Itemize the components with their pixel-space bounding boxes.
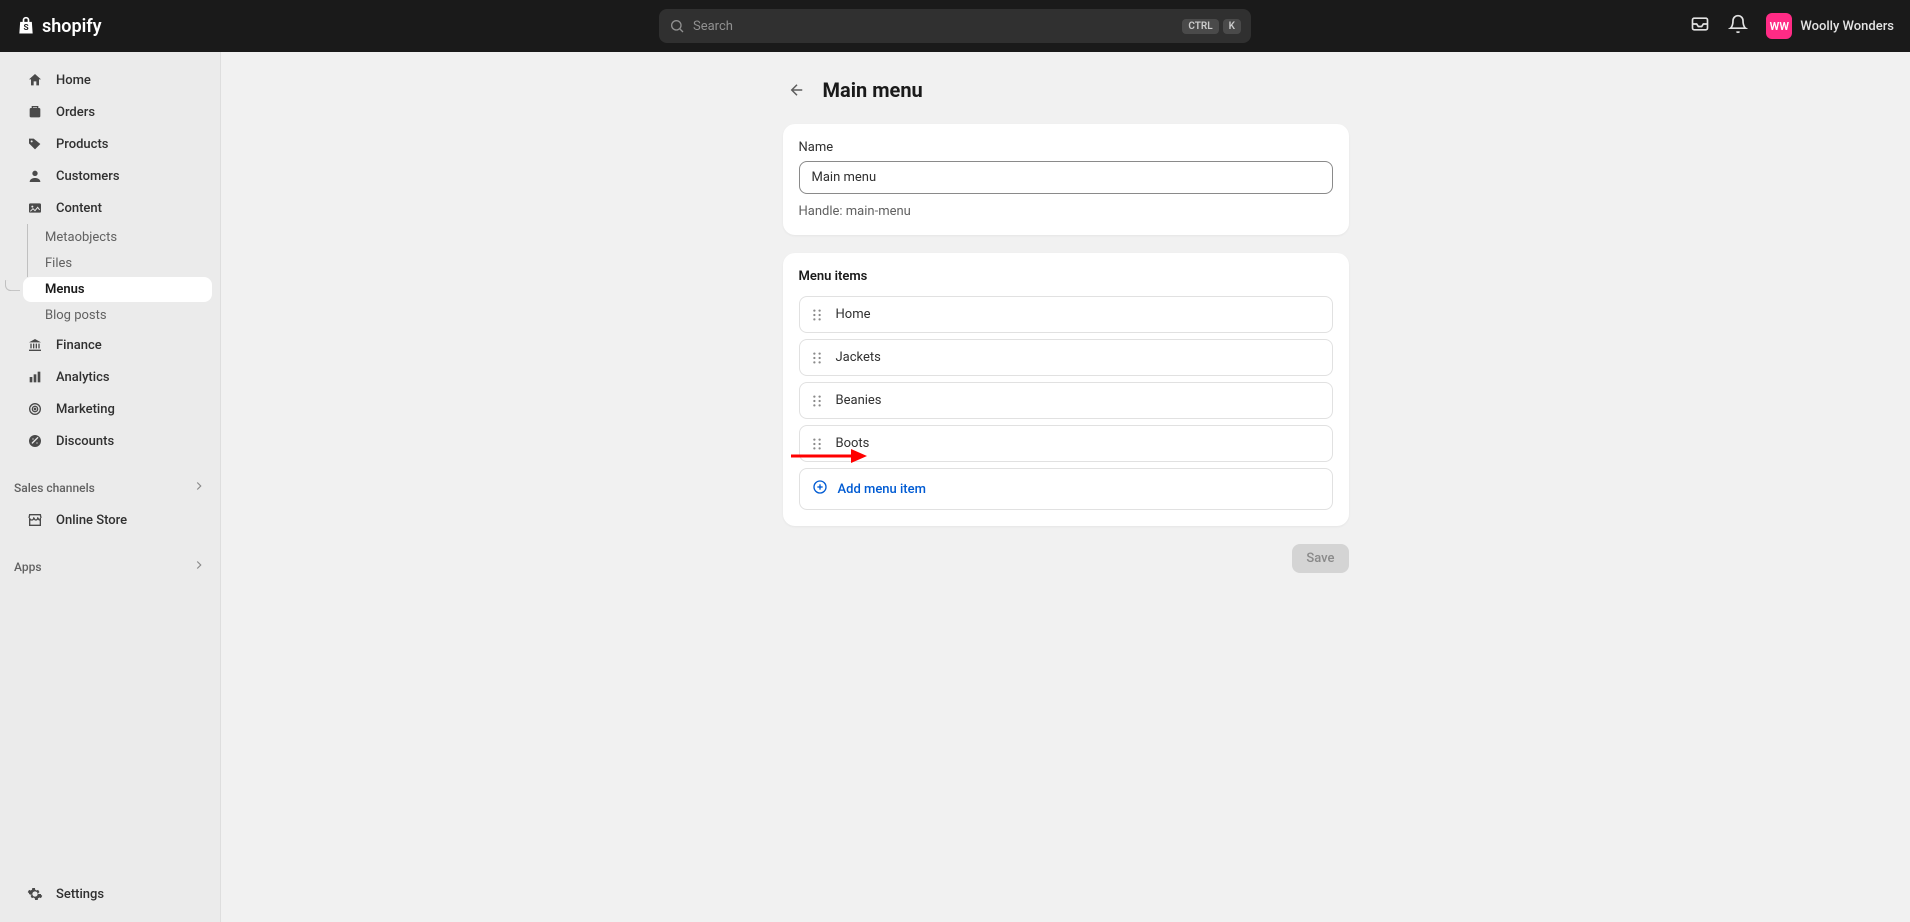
discount-icon: [26, 432, 44, 450]
kbd-k: K: [1223, 19, 1241, 34]
sidebar-item-label: Home: [56, 73, 91, 88]
sidebar-item-content[interactable]: Content: [8, 193, 212, 223]
store-menu[interactable]: WW Woolly Wonders: [1766, 13, 1894, 39]
menu-item-label: Home: [836, 307, 871, 322]
add-menu-item-button[interactable]: Add menu item: [799, 468, 1333, 510]
topbar: S shopify CTRL K WW Woolly Wonders: [0, 0, 1910, 52]
back-button[interactable]: [783, 76, 811, 104]
name-card: Name Handle: main-menu: [783, 124, 1349, 235]
store-name: Woolly Wonders: [1800, 19, 1894, 34]
content-wrap: Main menu Name Handle: main-menu Menu it…: [783, 76, 1349, 573]
sidebar-item-label: Analytics: [56, 370, 110, 385]
apps-header[interactable]: Apps: [0, 550, 220, 583]
sidebar-item-customers[interactable]: Customers: [8, 161, 212, 191]
sidebar-item-label: Orders: [56, 105, 95, 120]
drag-handle-icon[interactable]: [812, 394, 822, 408]
sidebar-item-label: Products: [56, 137, 108, 152]
menu-name-input[interactable]: [799, 161, 1333, 194]
analytics-icon: [26, 368, 44, 386]
sidebar-sub-metaobjects[interactable]: Metaobjects: [23, 225, 212, 250]
search-box[interactable]: CTRL K: [659, 9, 1251, 43]
target-icon: [26, 400, 44, 418]
menu-item-row[interactable]: Jackets: [799, 339, 1333, 376]
kbd-hints: CTRL K: [1182, 19, 1241, 34]
svg-text:S: S: [24, 23, 29, 33]
content-subitems: Metaobjects Files Menus Blog posts: [22, 224, 220, 329]
sidebar-item-finance[interactable]: Finance: [8, 330, 212, 360]
inbox-icon[interactable]: [1690, 14, 1710, 38]
drag-handle-icon[interactable]: [812, 437, 822, 451]
topbar-right: WW Woolly Wonders: [1690, 13, 1894, 39]
shopify-logo[interactable]: S shopify: [16, 15, 102, 37]
sidebar-item-discounts[interactable]: Discounts: [8, 426, 212, 456]
sidebar: Home Orders Products Customers Content M…: [0, 52, 221, 922]
sidebar-item-label: Marketing: [56, 402, 115, 417]
page-title: Main menu: [823, 78, 923, 102]
sidebar-item-home[interactable]: Home: [8, 65, 212, 95]
page-header: Main menu: [783, 76, 1349, 104]
menu-item-row[interactable]: Boots: [799, 425, 1333, 462]
sidebar-item-label: Online Store: [56, 513, 127, 528]
sidebar-sub-menus[interactable]: Menus: [23, 277, 212, 302]
sidebar-bottom: Settings: [0, 878, 220, 922]
search-container: CTRL K: [659, 9, 1251, 43]
orders-icon: [26, 103, 44, 121]
shopify-bag-icon: S: [16, 15, 36, 37]
add-menu-item-label: Add menu item: [838, 482, 926, 497]
sidebar-item-label: Content: [56, 201, 102, 216]
store-icon: [26, 511, 44, 529]
main-content: Main menu Name Handle: main-menu Menu it…: [221, 52, 1910, 922]
save-row: Save: [783, 544, 1349, 573]
sidebar-item-label: Settings: [56, 887, 104, 902]
kbd-ctrl: CTRL: [1182, 19, 1218, 34]
content-icon: [26, 199, 44, 217]
brand-name: shopify: [42, 16, 102, 37]
home-icon: [26, 71, 44, 89]
drag-handle-icon[interactable]: [812, 351, 822, 365]
menu-item-row[interactable]: Beanies: [799, 382, 1333, 419]
sidebar-item-label: Discounts: [56, 434, 114, 449]
sidebar-sub-files[interactable]: Files: [23, 251, 212, 276]
sidebar-sub-blogposts[interactable]: Blog posts: [23, 303, 212, 328]
menu-items-card: Menu items Home Jackets Beanies Boots: [783, 253, 1349, 526]
sales-channels-header[interactable]: Sales channels: [0, 471, 220, 504]
menu-item-label: Beanies: [836, 393, 882, 408]
name-label: Name: [799, 140, 1333, 155]
drag-handle-icon[interactable]: [812, 308, 822, 322]
person-icon: [26, 167, 44, 185]
sidebar-item-orders[interactable]: Orders: [8, 97, 212, 127]
sidebar-item-label: Finance: [56, 338, 102, 353]
chevron-right-icon: [192, 558, 206, 575]
store-avatar: WW: [1766, 13, 1792, 39]
menu-items-title: Menu items: [799, 269, 1333, 284]
search-icon: [669, 18, 685, 34]
handle-text: Handle: main-menu: [799, 204, 1333, 219]
gear-icon: [26, 885, 44, 903]
sidebar-item-settings[interactable]: Settings: [8, 879, 212, 909]
sidebar-item-marketing[interactable]: Marketing: [8, 394, 212, 424]
menu-item-row[interactable]: Home: [799, 296, 1333, 333]
save-button[interactable]: Save: [1292, 544, 1348, 573]
plus-circle-icon: [812, 479, 828, 499]
menu-items-list: Home Jackets Beanies Boots Add menu item: [799, 296, 1333, 510]
sidebar-item-label: Customers: [56, 169, 120, 184]
bank-icon: [26, 336, 44, 354]
sidebar-item-analytics[interactable]: Analytics: [8, 362, 212, 392]
sidebar-item-products[interactable]: Products: [8, 129, 212, 159]
menu-item-label: Boots: [836, 436, 870, 451]
arrow-left-icon: [788, 81, 806, 99]
bell-icon[interactable]: [1728, 14, 1748, 38]
sidebar-item-online-store[interactable]: Online Store: [8, 505, 212, 535]
search-input[interactable]: [693, 19, 1174, 34]
chevron-right-icon: [192, 479, 206, 496]
menu-item-label: Jackets: [836, 350, 881, 365]
tag-icon: [26, 135, 44, 153]
